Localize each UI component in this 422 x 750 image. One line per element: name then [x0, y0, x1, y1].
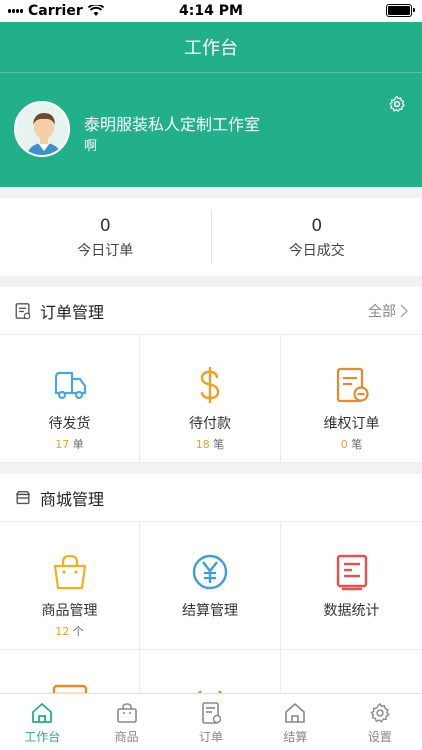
item-label: 待发货 — [48, 416, 91, 432]
tab-label: 订单 — [199, 730, 224, 744]
data-panel-icon — [336, 554, 367, 591]
stat-today-deals[interactable]: 0 今日成交 — [210, 210, 422, 264]
tab-orders[interactable]: 订单 — [169, 694, 253, 750]
gear-icon[interactable] — [388, 95, 406, 113]
tab-label: 商品 — [114, 730, 139, 744]
order-section-title: 订单管理 — [40, 302, 105, 322]
house-icon — [285, 703, 306, 723]
status-time: 4:14 PM — [179, 3, 243, 19]
order-grid: 待发货 17 单 待付款 18 笔 维权订单 0 笔 — [0, 335, 422, 463]
item-label: 商品管理 — [41, 603, 98, 619]
tab-workbench[interactable]: 工作台 — [0, 694, 84, 750]
item-count: 12 个 — [55, 625, 84, 638]
store-icon — [16, 490, 30, 504]
nav-header: 工作台 — [0, 22, 422, 72]
stat-label: 今日成交 — [288, 243, 345, 259]
battery-icon — [386, 4, 415, 17]
order-item-disputes[interactable]: 维权订单 0 笔 — [281, 335, 422, 463]
item-label: 维权订单 — [323, 416, 380, 432]
tab-settings[interactable]: 设置 — [338, 694, 422, 750]
today-stats: 0 今日订单 0 今日成交 — [0, 198, 422, 276]
item-label: 数据统计 — [323, 603, 380, 619]
view-all-label: 全部 — [368, 303, 396, 320]
page-title: 工作台 — [184, 38, 238, 59]
dollar-icon — [200, 367, 220, 403]
mall-item-statistics[interactable]: 数据统计 — [281, 522, 422, 650]
mall-section-header: 商城管理 — [0, 474, 422, 522]
order-doc-icon — [202, 702, 222, 724]
bottom-tab-bar: 工作台 商品 订单 结算 设置 — [0, 693, 422, 750]
chevron-right-icon — [400, 303, 408, 318]
tab-label: 工作台 — [24, 730, 61, 744]
tab-settlement[interactable]: 结算 — [253, 694, 337, 750]
tab-products[interactable]: 商品 — [84, 694, 168, 750]
item-count: 17 单 — [55, 438, 84, 451]
shopping-bag-icon — [53, 554, 86, 590]
avatar-person-icon — [16, 103, 68, 155]
avatar[interactable] — [14, 101, 70, 157]
stat-today-orders[interactable]: 0 今日订单 — [0, 198, 211, 276]
profile-card[interactable]: 泰明服装私人定制工作室 啊 — [0, 72, 422, 187]
gear-icon — [370, 703, 390, 723]
tab-label: 结算 — [283, 730, 308, 744]
order-item-to-ship[interactable]: 待发货 17 单 — [0, 335, 140, 463]
stat-value: 0 — [99, 216, 111, 236]
tab-label: 设置 — [367, 730, 392, 744]
home-icon — [32, 703, 53, 723]
view-all-orders-link[interactable]: 全部 — [368, 301, 408, 321]
item-label: 结算管理 — [182, 603, 238, 619]
order-item-to-pay[interactable]: 待付款 18 笔 — [140, 335, 281, 463]
shop-subtitle: 啊 — [84, 139, 98, 154]
stat-label: 今日订单 — [77, 243, 134, 259]
order-list-icon — [15, 302, 31, 319]
status-bar: Carrier 4:14 PM — [0, 0, 422, 22]
item-count: 18 笔 — [195, 438, 225, 451]
mall-item-products[interactable]: 商品管理 12 个 — [0, 522, 140, 650]
shop-name: 泰明服装私人定制工作室 — [84, 115, 261, 134]
item-count: 0 笔 — [340, 438, 363, 451]
bag-icon — [116, 703, 137, 723]
truck-icon — [54, 371, 86, 400]
mall-item-settlement[interactable]: 结算管理 — [140, 522, 281, 650]
dispute-doc-icon — [336, 367, 369, 403]
order-section-header: 订单管理 全部 — [0, 287, 422, 335]
item-label: 待付款 — [189, 416, 231, 432]
yen-circle-icon — [192, 554, 228, 590]
stat-value: 0 — [311, 216, 323, 236]
mall-section-title: 商城管理 — [40, 489, 105, 509]
